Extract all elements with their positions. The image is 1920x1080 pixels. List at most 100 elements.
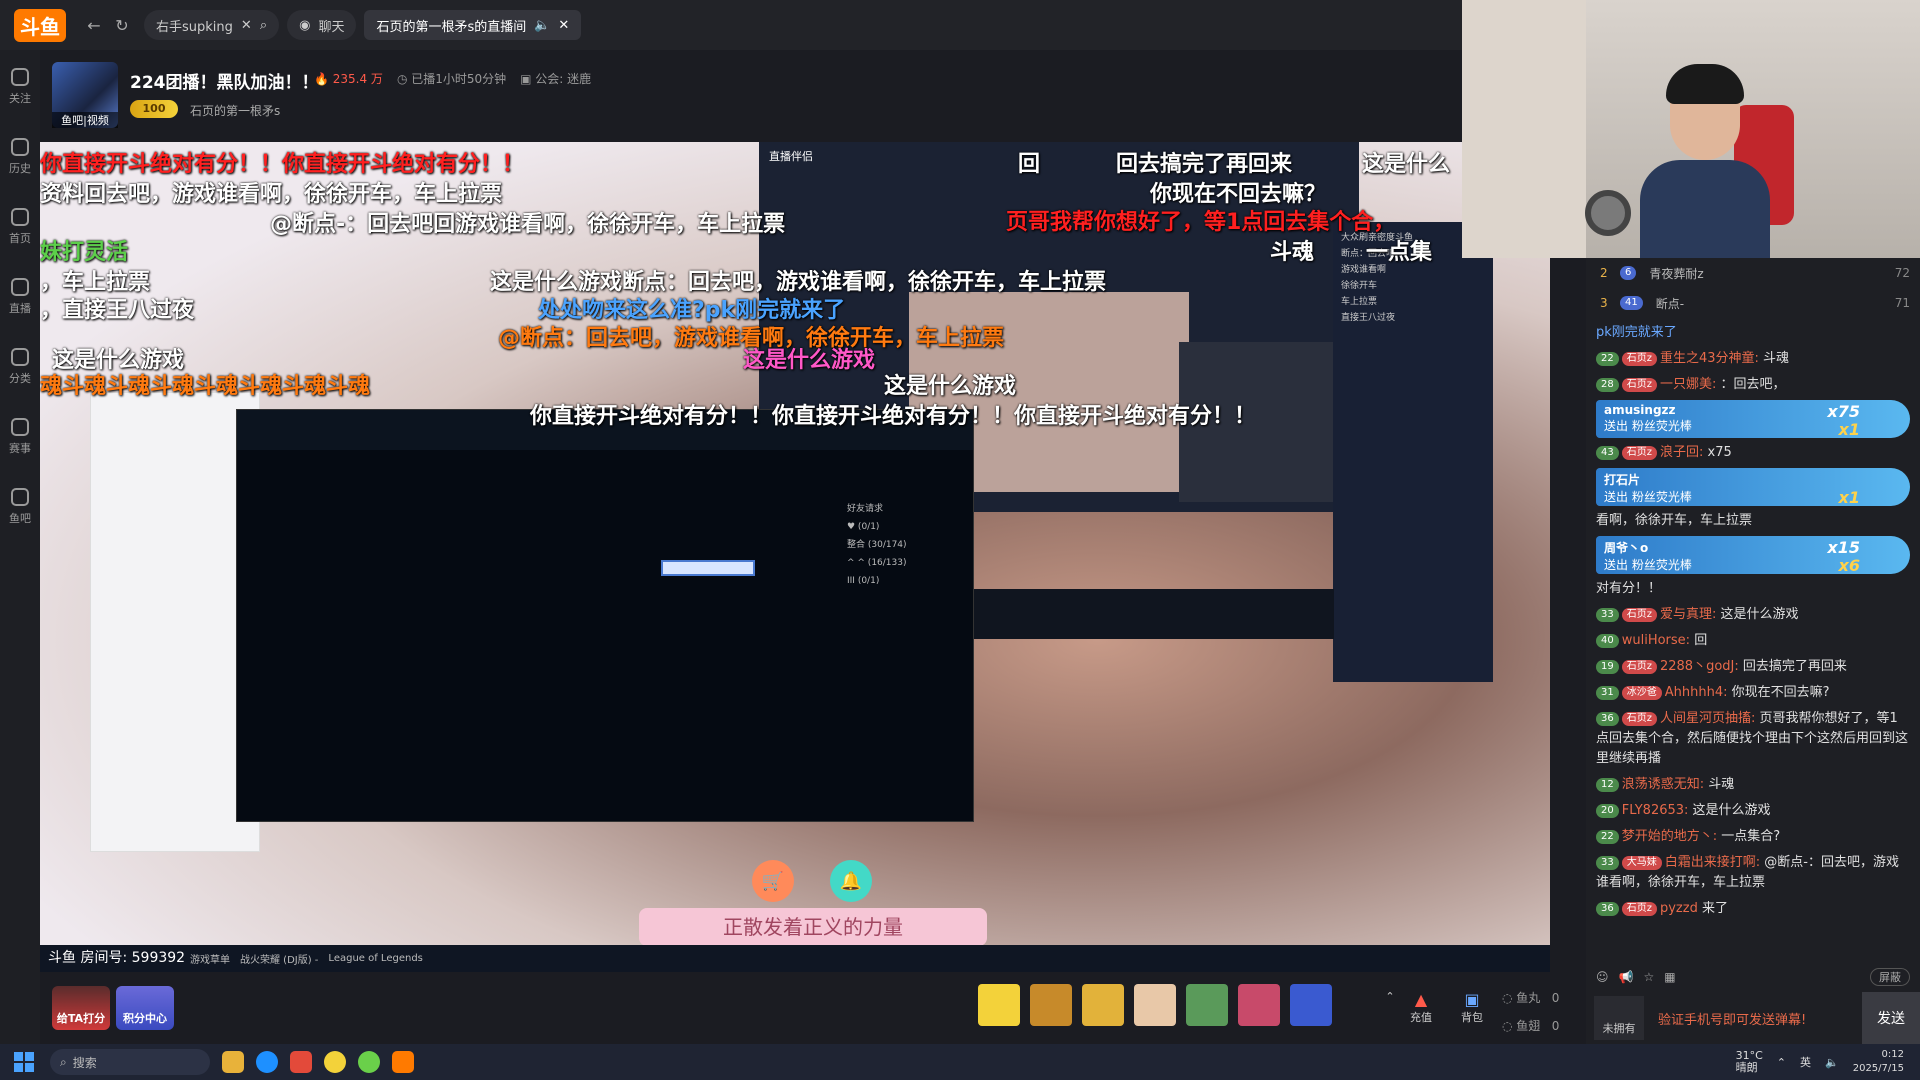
taskbar-search[interactable]: ⌕ 搜索 <box>50 1049 210 1075</box>
gift-item[interactable] <box>1030 984 1072 1026</box>
speaker-tray-icon[interactable]: 🔈 <box>1825 1056 1839 1069</box>
chat-username[interactable]: 人间星河页抽搐: <box>1660 711 1760 726</box>
chat-username[interactable]: 重生之43分神童: <box>1660 351 1763 366</box>
app-icon[interactable] <box>358 1051 380 1073</box>
search-tab[interactable]: 右手supking ✕ ⌕ <box>144 10 280 40</box>
streamer-hair <box>1666 64 1744 104</box>
room-id-value: 599392 <box>131 950 186 966</box>
user-level-badge: 36 <box>1596 902 1619 916</box>
rank-row[interactable]: 3 41 断点- 71 <box>1586 288 1920 318</box>
chat-username[interactable]: 白霜出来接打啊: <box>1665 855 1765 870</box>
gift-list <box>978 984 1332 1026</box>
chat-system-message: pk刚完就来了 <box>1596 325 1677 340</box>
clock[interactable]: 0:12 2025/7/15 <box>1853 1048 1904 1076</box>
file-explorer-icon[interactable] <box>222 1051 244 1073</box>
emoji-icon[interactable]: ☺ <box>1596 970 1609 984</box>
star-icon[interactable]: ☆ <box>1643 970 1654 984</box>
rail-item[interactable]: 历史 <box>9 138 31 176</box>
rail-item[interactable]: 分类 <box>9 348 31 386</box>
send-button[interactable]: 发送 <box>1862 992 1920 1044</box>
taskbar-search-icon: ⌕ <box>60 1054 67 1069</box>
chat-text: 这是什么游戏 <box>1720 607 1799 622</box>
gift-item[interactable] <box>978 984 1020 1026</box>
recharge-button[interactable]: ▲ 充值 <box>1401 990 1441 1025</box>
chat-messages[interactable]: pk刚完就来了 22 石页z 重生之43分神童: 斗魂 28 石页z 一只娜美: ：回去吧，… <box>1586 320 1920 960</box>
rail-item[interactable]: 鱼吧 <box>9 488 31 526</box>
chat-message: 12 浪荡诱惑无知: 斗魂 <box>1586 772 1920 798</box>
chat-username[interactable]: 浪子回: <box>1660 445 1708 460</box>
filter-icon[interactable]: ▦ <box>1664 970 1675 984</box>
block-button[interactable]: 屏蔽 <box>1870 968 1910 986</box>
chat-username[interactable]: pyzzd <box>1660 901 1702 916</box>
brand-label: 直播伴侣 <box>769 150 813 163</box>
rank-row[interactable]: 2 6 青夜葬耐z 72 <box>1586 258 1920 288</box>
not-owned-badge[interactable]: 未拥有 <box>1594 996 1644 1040</box>
gift-notification: 打石片 送出 粉丝荧光棒 x1 <box>1596 468 1910 507</box>
back-icon[interactable]: ← <box>80 11 108 39</box>
speaker-icon[interactable]: 🔈 <box>534 18 550 33</box>
gift-user[interactable]: 打石片 <box>1604 471 1902 488</box>
chat-username[interactable]: 爱与真理: <box>1660 607 1721 622</box>
app-icon[interactable] <box>290 1051 312 1073</box>
windows-start-icon[interactable] <box>14 1052 34 1072</box>
gift-item[interactable] <box>1238 984 1280 1026</box>
gift-item[interactable] <box>1290 984 1332 1026</box>
user-level-badge: 28 <box>1596 378 1619 392</box>
score-button[interactable]: 给TA打分 <box>52 986 110 1030</box>
chrome-icon[interactable] <box>324 1051 346 1073</box>
close-tab-icon[interactable]: ✕ <box>558 18 569 33</box>
guild[interactable]: ▣ 公会: 迷鹿 <box>520 70 591 87</box>
input-language[interactable]: 英 <box>1800 1054 1811 1070</box>
douyu-app-icon[interactable] <box>392 1051 414 1073</box>
room-tab[interactable]: 石页的第一根矛s的直播间 🔈 ✕ <box>364 10 582 40</box>
rail-item[interactable]: 赛事 <box>9 418 31 456</box>
rank-level-badge: 6 <box>1620 266 1637 280</box>
chat-username[interactable]: FLY82653: <box>1622 803 1693 818</box>
edge-icon[interactable] <box>256 1051 278 1073</box>
chat-username[interactable]: Ahhhhh4: <box>1665 685 1732 700</box>
danmaku-input[interactable]: 验证手机号即可发送弹幕! <box>1644 1009 1862 1028</box>
chat-username[interactable]: wuliHorse: <box>1622 633 1694 648</box>
cart-icon[interactable]: 🛒 <box>752 860 794 902</box>
gift-item[interactable] <box>1134 984 1176 1026</box>
chat-username[interactable]: 梦开始的地方丶: <box>1622 829 1722 844</box>
danmaku-comment: 一点集 <box>1366 240 1433 265</box>
video-player[interactable]: 直播伴侣 大众刷亲密度斗鱼 断点：回去吧 游戏谁看啊 徐徐开车 车上拉票 直接王八过夜 好… <box>40 142 1550 972</box>
chat-message: 31 冰沙爸 Ahhhhh4: 你现在不回去嘛? <box>1586 680 1920 706</box>
desk-fan <box>1585 190 1631 236</box>
backpack-label: 背包 <box>1461 1011 1483 1024</box>
backpack-button[interactable]: ▣ 背包 <box>1452 990 1492 1025</box>
avatar-tag[interactable]: 鱼吧|视频 <box>52 112 118 128</box>
gift-item[interactable] <box>1082 984 1124 1026</box>
stream-chat-line: 直接王八过夜 <box>1341 313 1396 323</box>
points-center-button[interactable]: 积分中心 <box>116 986 174 1030</box>
rail-item[interactable]: 直播 <box>9 278 31 316</box>
rail-icon <box>11 418 29 436</box>
room-stats: 🔥 235.4 万 ◷ 已播1小时50分钟 ▣ 公会: 迷鹿 <box>314 70 591 87</box>
close-icon[interactable]: ✕ <box>241 18 252 33</box>
chat-username[interactable]: 浪荡诱惑无知: <box>1622 777 1709 792</box>
bell-icon[interactable]: 🔔 <box>830 860 872 902</box>
chat-tab[interactable]: ◉ 聊天 <box>287 10 357 40</box>
refresh-icon[interactable]: ↻ <box>108 11 136 39</box>
chat-username[interactable]: 2288丶godJ: <box>1660 659 1743 674</box>
anchor-name[interactable]: 石页的第一根矛s <box>190 102 280 119</box>
fan-badge: 冰沙爸 <box>1621 686 1662 700</box>
weather[interactable]: 31°C 晴朗 <box>1736 1050 1763 1074</box>
chat-text: x75 <box>1707 445 1732 460</box>
megaphone-icon[interactable]: 📢 <box>1619 970 1634 984</box>
douyu-logo[interactable]: 斗鱼 <box>0 0 80 50</box>
rail-item[interactable]: 首页 <box>9 208 31 246</box>
hot-value: 🔥 235.4 万 <box>314 72 383 86</box>
rail-item[interactable]: 关注 <box>9 68 31 106</box>
fish-wing-row: ◌ 鱼翅 0 <box>1502 1019 1560 1033</box>
user-level-badge: 22 <box>1596 352 1619 366</box>
search-icon[interactable]: ⌕ <box>260 18 267 33</box>
gift-item[interactable] <box>1186 984 1228 1026</box>
chat-username[interactable]: 一只娜美: <box>1660 377 1721 392</box>
chat-text: 回去搞完了再回来 <box>1742 659 1847 674</box>
chevron-up-icon[interactable]: ⌃ <box>1777 1056 1786 1069</box>
chat-message: 36 石页z 人间星河页抽搐: 页哥我帮你想好了，等1点回去集个合，然后随便找个理由… <box>1586 706 1920 772</box>
rank-name: 青夜葬耐z <box>1649 266 1704 281</box>
stream-chat-line: 徐徐开车 <box>1341 281 1378 291</box>
